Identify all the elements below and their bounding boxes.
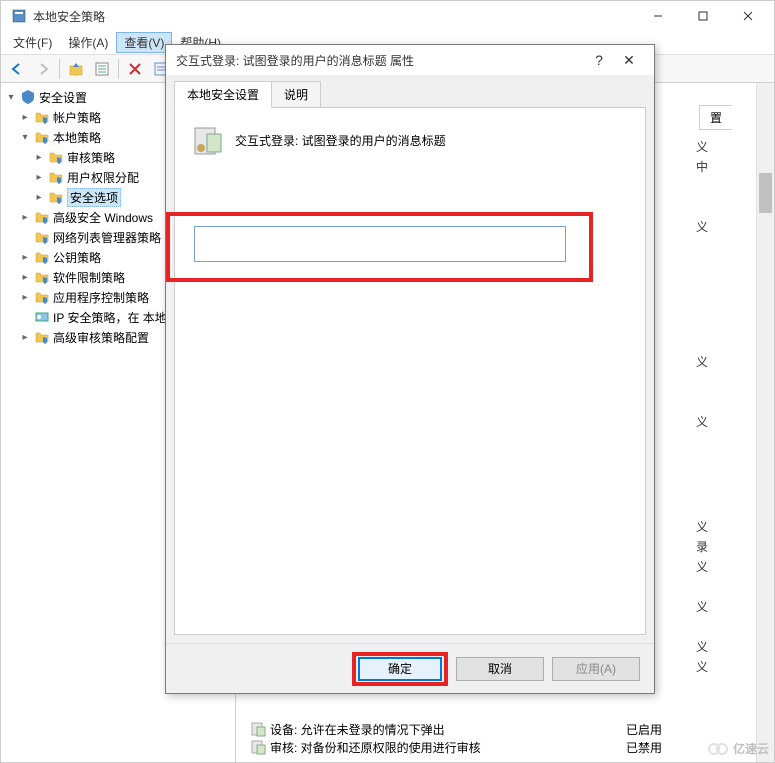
- properties-button[interactable]: [90, 57, 114, 81]
- tree-item-label: IP 安全策略，在 本地: [53, 309, 167, 326]
- tree-item-label: 审核策略: [67, 149, 115, 166]
- tree-item-label: 公钥策略: [53, 249, 101, 266]
- watermark: 亿速云: [707, 740, 769, 757]
- minimize-button[interactable]: [635, 2, 680, 30]
- maximize-button[interactable]: [680, 2, 725, 30]
- ok-button[interactable]: 确定: [358, 657, 442, 681]
- list-cell-fragment: 义: [692, 138, 732, 155]
- up-button[interactable]: [64, 57, 88, 81]
- expand-icon[interactable]: ▸: [19, 112, 31, 123]
- vertical-scrollbar[interactable]: [756, 83, 774, 762]
- tree-item-label: 用户权限分配: [67, 169, 139, 186]
- menu-action[interactable]: 操作(A): [60, 32, 116, 53]
- message-title-input[interactable]: [194, 226, 566, 262]
- cancel-button[interactable]: 取消: [456, 657, 544, 681]
- expand-icon[interactable]: ▸: [33, 172, 45, 183]
- list-cell-fragment: 中: [692, 158, 732, 175]
- dialog-close-button[interactable]: ✕: [614, 52, 644, 69]
- policy-name-cell: 审核: 对备份和还原权限的使用进行审核: [246, 739, 626, 756]
- tree-item-label: 帐户策略: [53, 109, 101, 126]
- tree-item-label: 软件限制策略: [53, 269, 125, 286]
- list-cell-fragment: 义: [692, 353, 732, 370]
- folder-icon: [34, 249, 50, 265]
- list-cell-fragment: 义: [692, 558, 732, 575]
- toolbar-separator: [59, 59, 60, 79]
- expand-icon[interactable]: ▸: [19, 292, 31, 303]
- tree-item-label: 网络列表管理器策略: [53, 229, 161, 246]
- folder-icon: [34, 129, 50, 145]
- watermark-text: 亿速云: [733, 740, 769, 757]
- expand-icon[interactable]: ▸: [33, 192, 45, 203]
- menu-file[interactable]: 文件(F): [5, 32, 60, 53]
- security-root-icon: [20, 89, 36, 105]
- list-cell-fragment: 义: [692, 658, 732, 675]
- dialog-title: 交互式登录: 试图登录的用户的消息标题 属性: [176, 52, 584, 69]
- window-controls: [635, 2, 770, 30]
- titlebar: 本地安全策略: [1, 1, 774, 31]
- forward-button[interactable]: [31, 57, 55, 81]
- tree-item-label: 安全选项: [67, 188, 121, 207]
- expand-icon[interactable]: ▸: [33, 152, 45, 163]
- folder-icon: [34, 269, 50, 285]
- tab-explain[interactable]: 说明: [271, 81, 321, 108]
- folder-icon: [48, 169, 64, 185]
- list-cell-fragment: 义: [692, 518, 732, 535]
- list-row[interactable]: 设备: 允许在未登录的情况下弹出已启用: [246, 720, 736, 738]
- policy-item-icon: [250, 721, 266, 737]
- dialog-titlebar: 交互式登录: 试图登录的用户的消息标题 属性 ? ✕: [166, 45, 654, 75]
- dialog-buttons: 确定 取消 应用(A): [166, 643, 654, 693]
- tree-item-label: 高级安全 Windows: [53, 209, 153, 226]
- expand-icon[interactable]: ▸: [19, 332, 31, 343]
- toolbar-separator: [118, 59, 119, 79]
- list-cell-fragment: 义: [692, 218, 732, 235]
- tab-local-security[interactable]: 本地安全设置: [174, 81, 272, 108]
- folder-icon: [48, 189, 64, 205]
- menu-view[interactable]: 查看(V): [116, 32, 172, 53]
- list-cell-fragment: 录: [692, 538, 732, 555]
- policy-status-cell: 已启用: [626, 721, 726, 738]
- folder-icon: [34, 109, 50, 125]
- policy-item-icon: [250, 739, 266, 755]
- policy-icon: [191, 124, 223, 156]
- tree-item-label: 应用程序控制策略: [53, 289, 149, 306]
- dialog-help-button[interactable]: ?: [584, 52, 614, 68]
- expand-icon[interactable]: ▸: [19, 272, 31, 283]
- delete-button[interactable]: [123, 57, 147, 81]
- column-header-fragment[interactable]: 置: [699, 105, 732, 130]
- back-button[interactable]: [5, 57, 29, 81]
- highlight-ok: 确定: [352, 652, 448, 686]
- folder-icon: [34, 289, 50, 305]
- folder-icon: [34, 229, 50, 245]
- apply-button[interactable]: 应用(A): [552, 657, 640, 681]
- folder-icon: [34, 209, 50, 225]
- collapse-icon[interactable]: ▾: [5, 92, 17, 103]
- tree-item-label: 本地策略: [53, 129, 101, 146]
- tree-item-label: 高级审核策略配置: [53, 329, 149, 346]
- list-row[interactable]: 审核: 对备份和还原权限的使用进行审核已禁用: [246, 738, 736, 756]
- folder-icon: [48, 149, 64, 165]
- dialog-policy-name: 交互式登录: 试图登录的用户的消息标题: [235, 132, 446, 149]
- dialog-tabs: 本地安全设置 说明: [166, 75, 654, 108]
- close-button[interactable]: [725, 2, 770, 30]
- dialog-body: 交互式登录: 试图登录的用户的消息标题: [174, 107, 646, 635]
- properties-dialog: 交互式登录: 试图登录的用户的消息标题 属性 ? ✕ 本地安全设置 说明 交互式…: [165, 44, 655, 694]
- window-title: 本地安全策略: [33, 8, 635, 25]
- expand-icon[interactable]: ▸: [19, 252, 31, 263]
- expand-icon[interactable]: ▸: [19, 212, 31, 223]
- tree-label: 安全设置: [39, 89, 87, 106]
- folder-icon: [34, 329, 50, 345]
- list-cell-fragment: 义: [692, 413, 732, 430]
- scrollbar-thumb[interactable]: [759, 173, 772, 213]
- ip-security-icon: [34, 309, 50, 325]
- collapse-icon[interactable]: ▾: [19, 132, 31, 143]
- dialog-policy-header: 交互式登录: 试图登录的用户的消息标题: [191, 124, 629, 156]
- list-cell-fragment: 义: [692, 598, 732, 615]
- app-icon: [11, 8, 27, 24]
- policy-name-cell: 设备: 允许在未登录的情况下弹出: [246, 721, 626, 738]
- list-cell-fragment: 义: [692, 638, 732, 655]
